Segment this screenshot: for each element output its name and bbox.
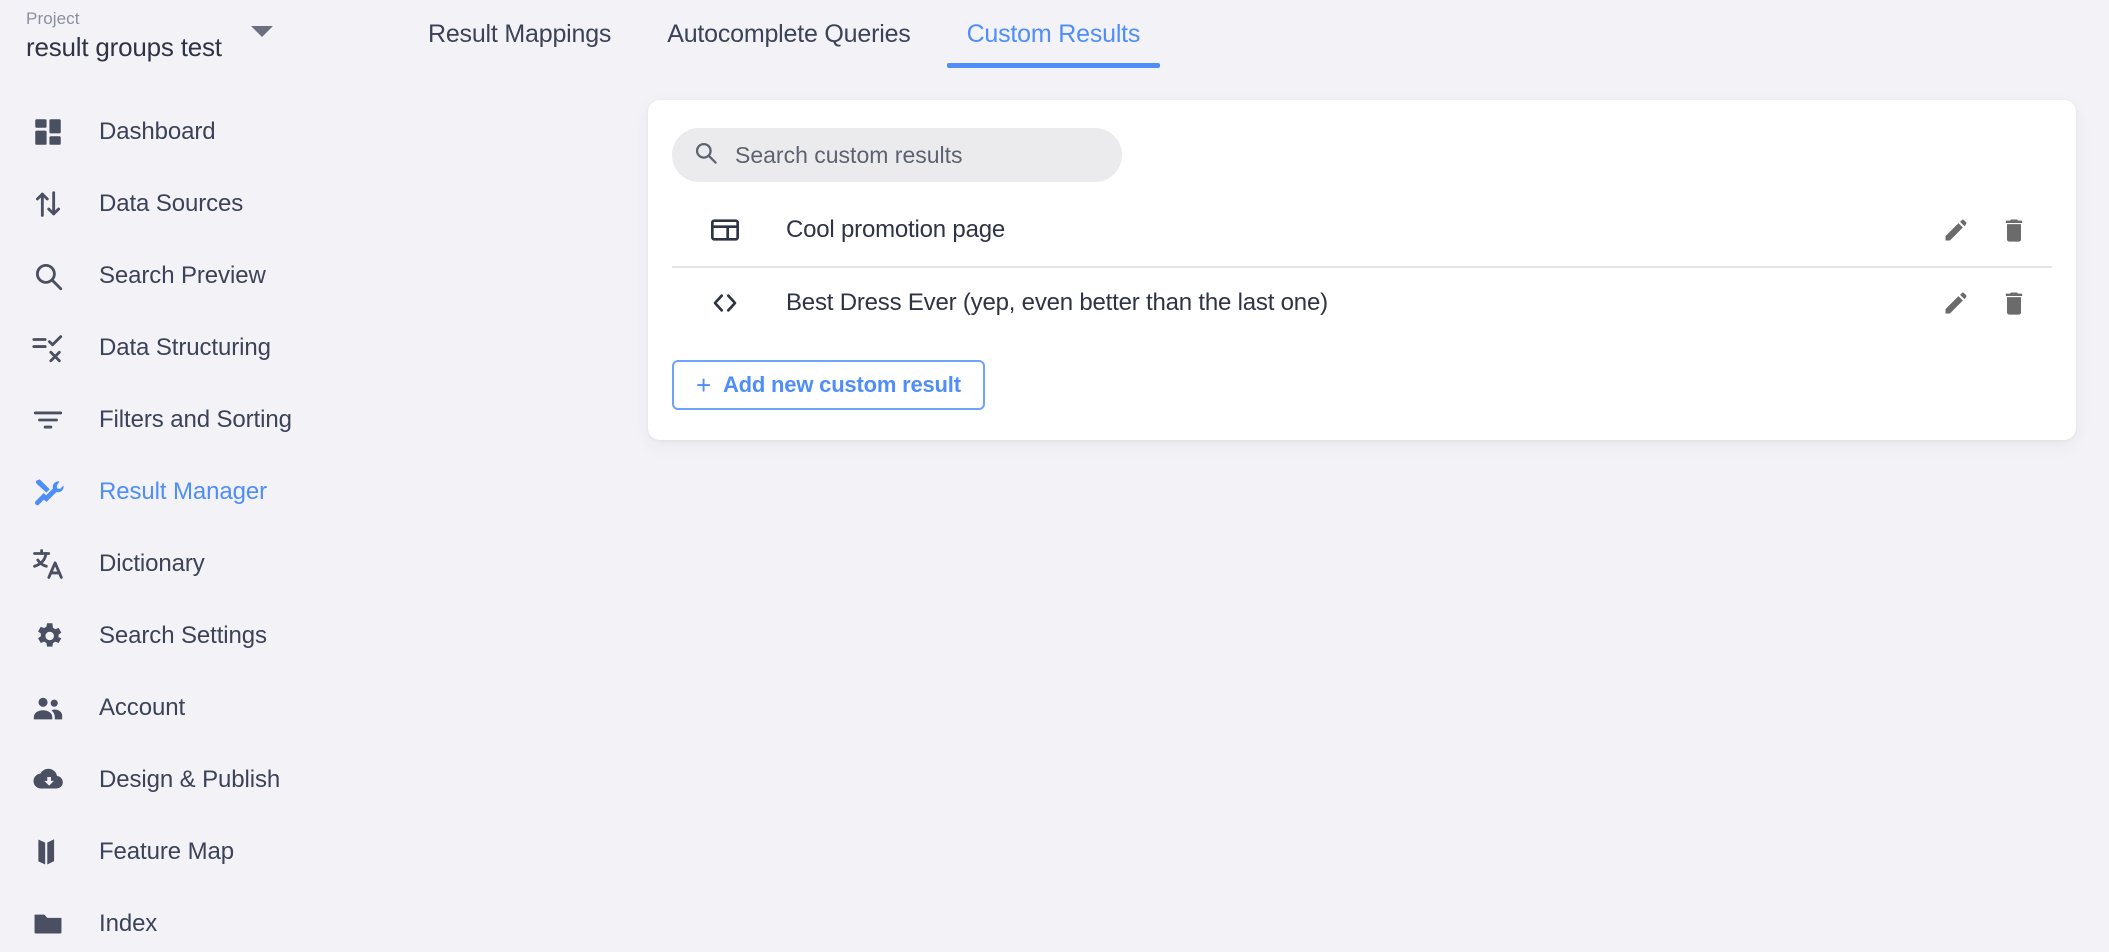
sidebar-item-data-structuring[interactable]: Data Structuring	[0, 312, 378, 384]
project-name: result groups test	[26, 32, 222, 62]
tab-label: Custom Results	[966, 19, 1141, 48]
sidebar-item-label: Filters and Sorting	[99, 406, 292, 433]
sidebar-item-label: Dictionary	[99, 550, 205, 577]
people-icon	[25, 685, 71, 731]
pencil-icon	[1942, 289, 1970, 317]
sidebar-item-label: Feature Map	[99, 838, 234, 865]
search-icon	[692, 139, 719, 171]
translate-icon	[25, 541, 71, 587]
dashboard-icon	[25, 109, 71, 155]
custom-result-title: Best Dress Ever (yep, even better than t…	[786, 289, 1328, 316]
sidebar-item-design-and-publish[interactable]: Design & Publish	[0, 744, 378, 816]
add-new-custom-result-label: Add new custom result	[722, 372, 961, 397]
filter-icon	[25, 397, 71, 443]
tab-autocomplete-queries[interactable]: Autocomplete Queries	[639, 0, 938, 68]
map-icon	[25, 829, 71, 875]
sidebar-item-label: Data Sources	[99, 190, 244, 217]
search-input[interactable]	[735, 141, 1104, 169]
sidebar-item-label: Account	[99, 694, 186, 721]
web-asset-icon	[706, 211, 744, 249]
search-icon	[25, 253, 71, 299]
sidebar-item-label: Data Structuring	[99, 334, 271, 361]
row-actions	[1938, 212, 2046, 248]
project-selector[interactable]: Project result groups test	[0, 0, 378, 72]
cloud-download-icon	[25, 757, 71, 803]
tab-label: Result Mappings	[428, 19, 612, 48]
sidebar: Project result groups test Dashboard Dat…	[0, 0, 378, 952]
project-label: Project	[26, 9, 80, 28]
tools-icon	[25, 469, 71, 515]
custom-result-list: Cool promotion page Best Dress Ever (yep…	[672, 194, 2052, 338]
edit-custom-result-button[interactable]	[1938, 212, 1974, 248]
sidebar-item-dashboard[interactable]: Dashboard	[0, 96, 378, 168]
sidebar-item-label: Design & Publish	[99, 766, 281, 793]
folder-icon	[25, 901, 71, 947]
row-actions	[1938, 285, 2046, 321]
sidebar-item-index[interactable]: Index	[0, 888, 378, 952]
sidebar-item-label: Search Preview	[99, 262, 266, 289]
app-root: Project result groups test Dashboard Dat…	[0, 0, 2109, 952]
add-new-custom-result-button[interactable]: + Add new custom result	[672, 360, 985, 410]
search-custom-results-box[interactable]	[672, 128, 1122, 182]
trash-icon	[2000, 216, 2028, 244]
sidebar-item-feature-map[interactable]: Feature Map	[0, 816, 378, 888]
sidebar-item-label: Search Settings	[99, 622, 267, 649]
tab-custom-results[interactable]: Custom Results	[939, 0, 1169, 68]
chevron-down-icon[interactable]	[251, 26, 273, 37]
custom-result-row[interactable]: Best Dress Ever (yep, even better than t…	[672, 266, 2052, 338]
sidebar-item-label: Result Manager	[99, 478, 268, 505]
sidebar-item-search-settings[interactable]: Search Settings	[0, 600, 378, 672]
sidebar-nav: Dashboard Data Sources Search Preview Da…	[0, 96, 378, 952]
plus-icon: +	[696, 370, 711, 400]
import-export-icon	[25, 181, 71, 227]
sidebar-item-search-preview[interactable]: Search Preview	[0, 240, 378, 312]
sidebar-item-data-sources[interactable]: Data Sources	[0, 168, 378, 240]
code-icon	[706, 284, 744, 322]
tab-label: Autocomplete Queries	[667, 19, 911, 48]
sidebar-item-label: Index	[99, 910, 158, 937]
gear-icon	[25, 613, 71, 659]
rule-icon	[25, 325, 71, 371]
custom-result-row[interactable]: Cool promotion page	[672, 194, 2052, 266]
sidebar-item-filters-and-sorting[interactable]: Filters and Sorting	[0, 384, 378, 456]
delete-custom-result-button[interactable]	[1996, 212, 2032, 248]
tab-result-mappings[interactable]: Result Mappings	[400, 0, 639, 68]
delete-custom-result-button[interactable]	[1996, 285, 2032, 321]
sidebar-item-account[interactable]: Account	[0, 672, 378, 744]
sidebar-item-dictionary[interactable]: Dictionary	[0, 528, 378, 600]
sidebar-item-label: Dashboard	[99, 118, 216, 145]
edit-custom-result-button[interactable]	[1938, 285, 1974, 321]
sidebar-item-result-manager[interactable]: Result Manager	[0, 456, 378, 528]
custom-results-panel: Cool promotion page	[648, 100, 2076, 440]
custom-result-title: Cool promotion page	[786, 216, 1006, 243]
pencil-icon	[1942, 216, 1970, 244]
trash-icon	[2000, 289, 2028, 317]
tab-bar: Result Mappings Autocomplete Queries Cus…	[400, 0, 1168, 68]
